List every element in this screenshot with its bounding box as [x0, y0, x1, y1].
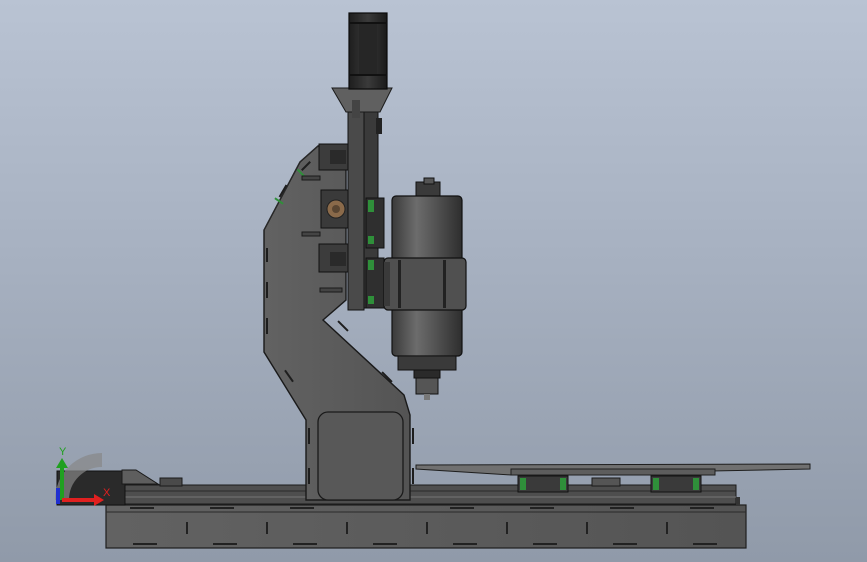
bed-bearing-block-1[interactable]	[517, 475, 569, 493]
spindle-clamp[interactable]	[383, 257, 467, 311]
x-axis-label: X	[103, 487, 111, 499]
bed-nut-block[interactable]	[591, 477, 621, 487]
bed-bearing-block-2[interactable]	[650, 475, 702, 493]
z-leadscrew-nut[interactable]	[320, 189, 352, 229]
cad-viewport[interactable]: Y X	[0, 0, 867, 562]
base-linear-rail[interactable]	[121, 484, 737, 505]
z-carriage-plate[interactable]	[347, 99, 385, 311]
z-stepper-motor[interactable]	[348, 12, 388, 90]
base-end-cap	[736, 497, 740, 505]
z-bearing-block-top[interactable]	[318, 143, 350, 171]
z-axis-icon	[56, 488, 60, 504]
work-bed[interactable]	[415, 463, 811, 476]
cnc-machine-model[interactable]: Y X	[0, 0, 867, 562]
z-bearing-block-bottom[interactable]	[318, 243, 352, 273]
base-frame[interactable]	[105, 504, 747, 549]
y-axis-label: Y	[59, 446, 67, 458]
